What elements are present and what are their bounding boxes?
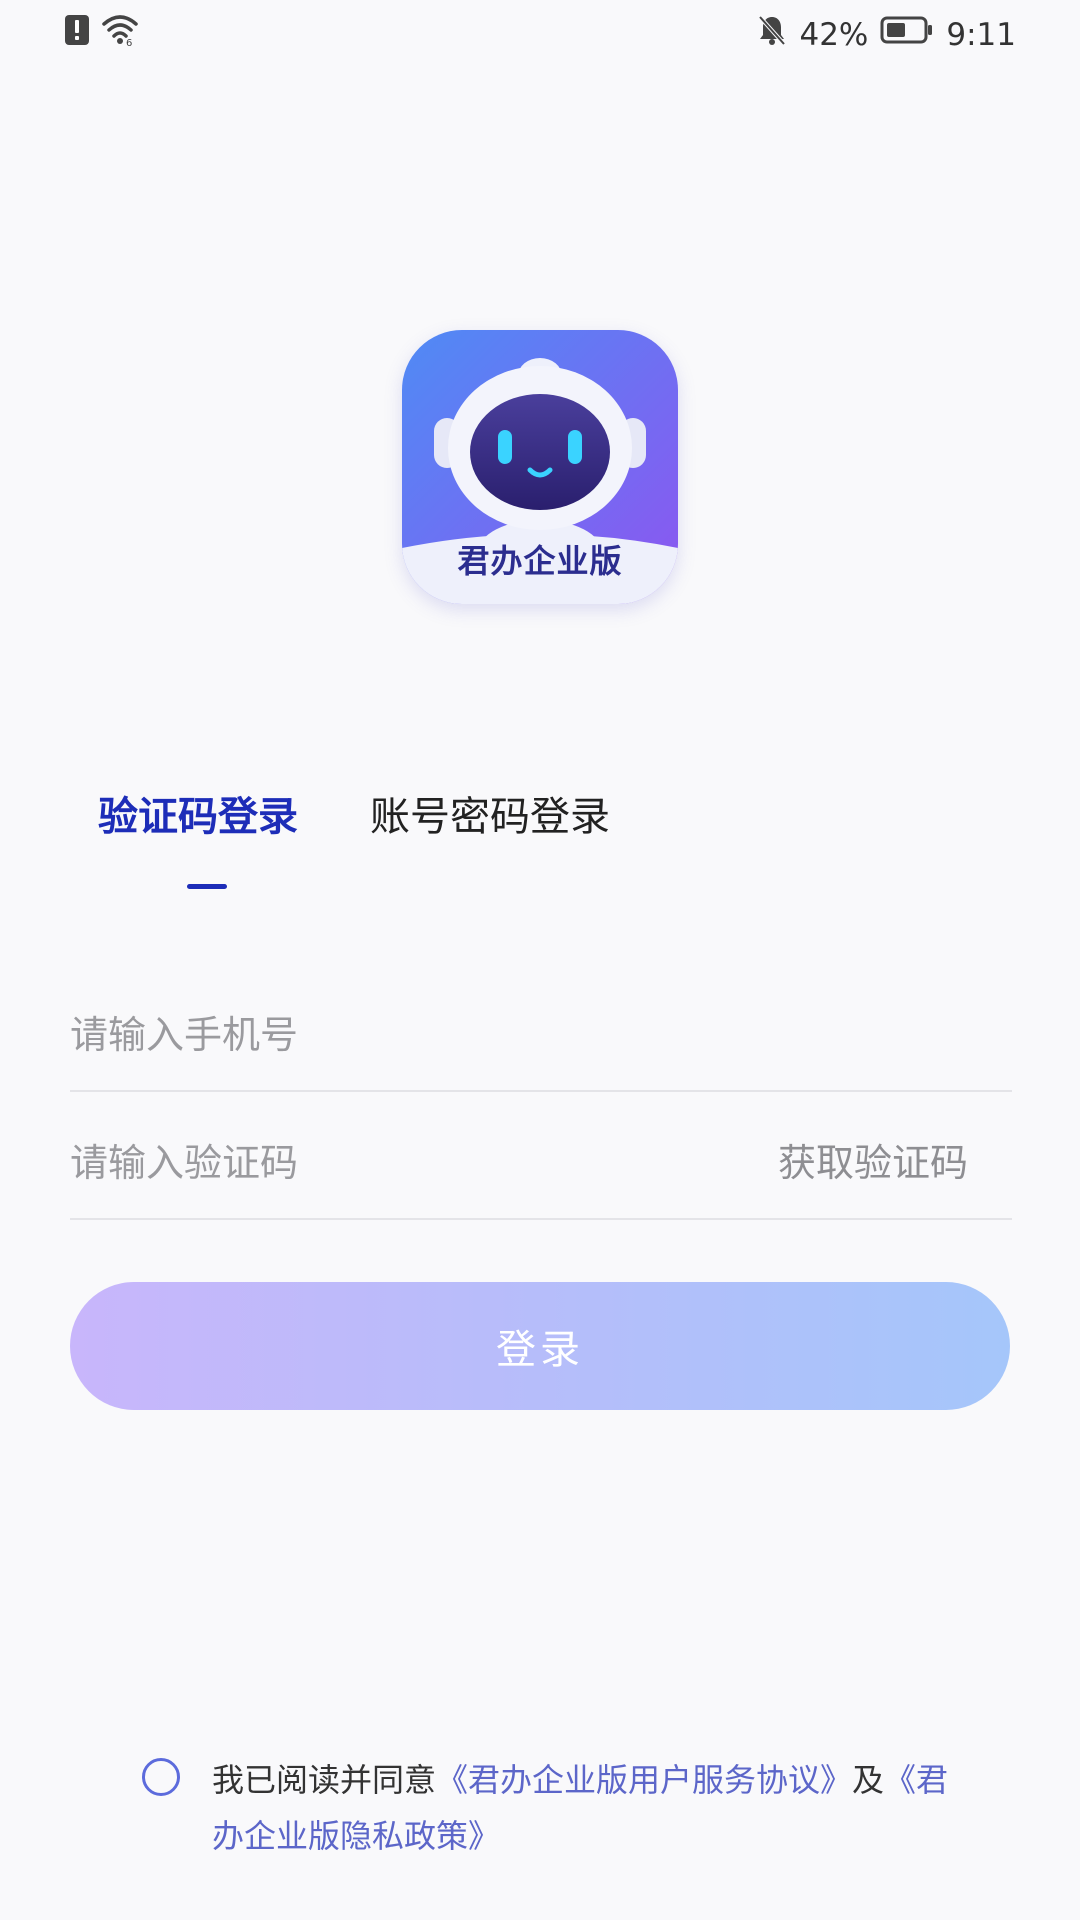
svg-text:6: 6	[126, 38, 132, 46]
agreement-conjunction: 及	[852, 1761, 885, 1799]
status-bar-right: 42% 9:11	[757, 14, 1016, 56]
get-code-button[interactable]: 获取验证码	[778, 1108, 968, 1218]
wifi-icon: 6	[102, 14, 138, 50]
login-button[interactable]: 登录	[70, 1282, 1010, 1410]
bell-off-icon	[757, 14, 787, 56]
app-logo: 君办企业版	[402, 330, 678, 604]
phone-field-row	[70, 980, 1012, 1092]
login-tabs: 验证码登录 账号密码登录	[98, 790, 610, 844]
active-tab-indicator	[187, 884, 227, 889]
service-agreement-link[interactable]: 《君办企业版用户服务协议》	[436, 1761, 852, 1799]
clock: 9:11	[946, 17, 1016, 53]
tab-password-login[interactable]: 账号密码登录	[370, 790, 610, 844]
agreement-text: 我已阅读并同意《君办企业版用户服务协议》及《君办企业版隐私政策》	[212, 1752, 962, 1864]
agreement-prefix: 我已阅读并同意	[212, 1761, 437, 1799]
alert-icon	[64, 14, 90, 50]
status-bar-left: 6	[64, 14, 138, 50]
logo-text: 君办企业版	[457, 542, 623, 580]
verification-code-input[interactable]	[70, 1108, 670, 1218]
phone-input[interactable]	[70, 980, 670, 1090]
agree-checkbox[interactable]	[142, 1758, 180, 1796]
tab-sms-login[interactable]: 验证码登录	[98, 790, 298, 844]
battery-percent: 42%	[799, 17, 869, 53]
battery-icon	[880, 15, 934, 55]
status-bar: 6 42% 9:11	[0, 0, 1080, 68]
code-field-row: 获取验证码	[70, 1108, 1012, 1220]
